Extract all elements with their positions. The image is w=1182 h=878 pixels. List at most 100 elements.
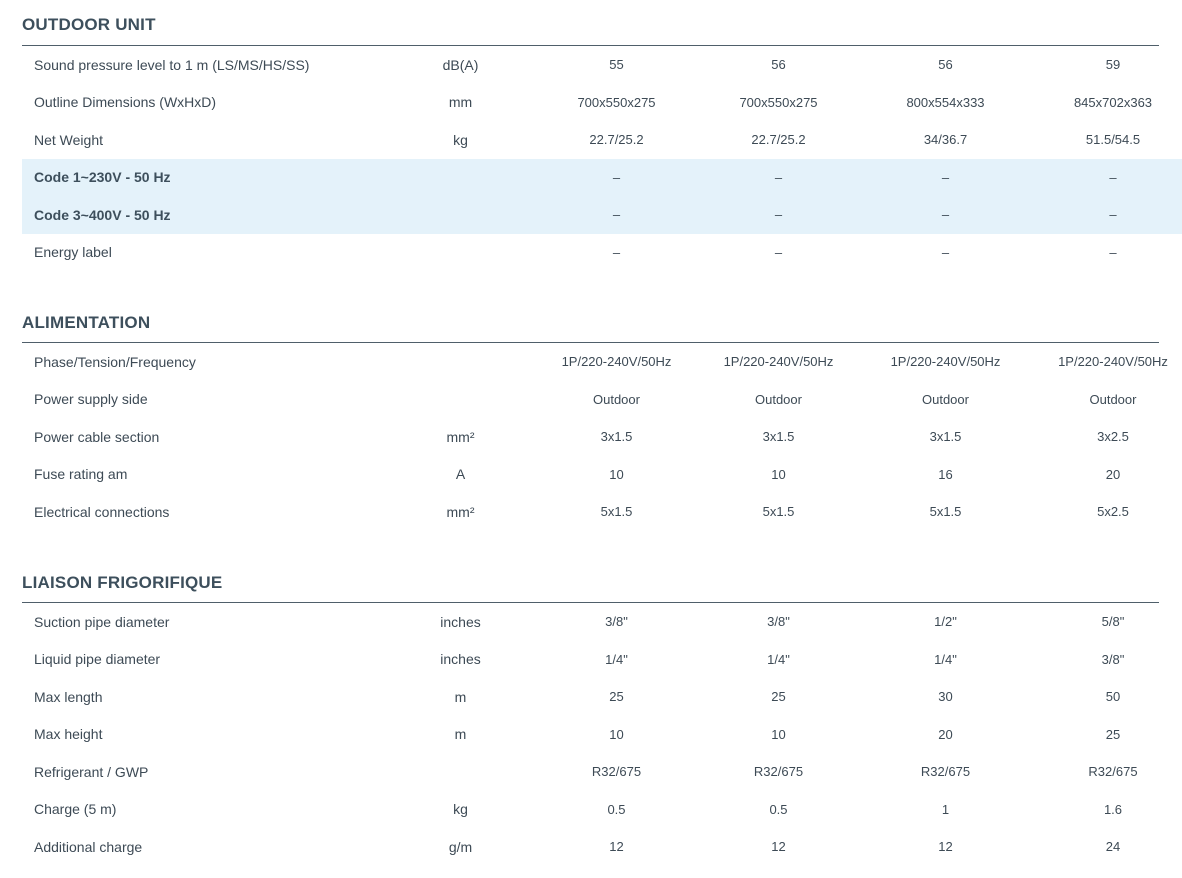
row-value: 25: [609, 689, 624, 705]
spec-table: Phase/Tension/Frequency 1P/220-240V/50Hz 1…: [22, 343, 1182, 531]
row-value: 1P/220-240V/50Hz: [723, 354, 834, 370]
row-label: Liquid pipe diameter: [34, 651, 161, 668]
row-label: Power cable section: [34, 428, 160, 445]
row-value: 5x1.5: [929, 504, 962, 520]
table-row: Code 1~230V - 50 Hz – – – –: [22, 158, 1182, 196]
row-value: 1P/220-240V/50Hz: [1058, 354, 1168, 370]
row-value: 20: [938, 726, 953, 742]
row-value: Outdoor: [755, 391, 802, 407]
table-row: Power supply side Outdoor Outdoor Outdoor Ou…: [22, 381, 1182, 419]
row-label: Outline Dimensions (WxHxD): [34, 94, 217, 111]
row-value: 10: [771, 726, 786, 742]
row-value: 1/4": [605, 651, 628, 667]
section-title: OUTDOOR UNIT: [22, 15, 156, 34]
row-value: –: [863, 196, 1028, 234]
row-unit: m: [454, 726, 467, 743]
row-value: 0.5: [769, 801, 788, 817]
row-value: 20: [1105, 466, 1121, 482]
row-value: 5x2.5: [1097, 504, 1129, 520]
row-label: Fuse rating am: [34, 466, 128, 483]
row-label: Power supply side: [34, 391, 148, 408]
row-value: Outdoor: [922, 391, 969, 407]
row-value: –: [1028, 196, 1182, 234]
row-value: 1/4": [934, 651, 957, 667]
row-value: –: [1109, 244, 1117, 260]
row-value: 25: [771, 689, 786, 705]
spec-table: Suction pipe diameter inches 3/8" 3/8" 1/2" 5…: [22, 603, 1182, 866]
row-value: 3x2.5: [1097, 429, 1129, 445]
table-row: Max length m 25 25 30 50: [22, 678, 1182, 716]
row-label: Energy label: [34, 244, 112, 261]
row-value: 10: [771, 466, 786, 482]
table-row: Net Weight kg 22.7/25.2 22.7/25.2 34/36.7 51.…: [22, 121, 1182, 159]
row-value: 1/2": [934, 614, 957, 630]
row-value: 700x550x275: [739, 94, 818, 110]
table-row: Phase/Tension/Frequency 1P/220-240V/50Hz 1…: [22, 343, 1182, 381]
row-value: 24: [1105, 839, 1121, 855]
section-title: ALIMENTATION: [22, 313, 151, 332]
row-value: 10: [609, 726, 624, 742]
row-unit: mm²: [446, 428, 475, 445]
row-value: –: [539, 158, 694, 196]
row-value: –: [941, 244, 950, 260]
row-value: –: [539, 196, 694, 234]
row-label: Max length: [34, 688, 103, 705]
row-value: 3x1.5: [762, 429, 795, 445]
row-value: 22.7/25.2: [589, 132, 644, 148]
row-value: 5/8": [1101, 614, 1125, 630]
row-unit: inches: [440, 651, 481, 668]
row-label: Code 3~400V - 50 Hz: [22, 196, 382, 234]
row-value: 10: [609, 466, 624, 482]
row-unit: [382, 158, 539, 196]
row-value: 1: [941, 801, 950, 817]
row-label: Max height: [34, 726, 103, 743]
row-value: –: [1028, 158, 1182, 196]
row-unit: inches: [440, 613, 481, 630]
row-unit: dB(A): [442, 56, 479, 73]
row-value: –: [774, 244, 783, 260]
row-value: 12: [609, 839, 624, 855]
row-value: 1/4": [767, 651, 790, 667]
row-value: 12: [771, 839, 786, 855]
table-row: Energy label – – – –: [22, 234, 1182, 272]
row-value: –: [694, 196, 863, 234]
row-value: 1.6: [1103, 801, 1123, 817]
table-row: Sound pressure level to 1 m (LS/MS/HS/SS…: [22, 46, 1182, 84]
row-value: 3/8": [767, 614, 790, 630]
row-label: Sound pressure level to 1 m (LS/MS/HS/SS…: [34, 56, 310, 73]
row-value: 3/8": [1101, 651, 1125, 667]
row-unit: A: [455, 466, 466, 483]
row-value: 56: [771, 57, 786, 73]
row-value: 3x1.5: [929, 429, 962, 445]
row-value: 3x1.5: [600, 429, 633, 445]
row-value: 16: [938, 466, 953, 482]
row-label: Suction pipe diameter: [34, 613, 170, 630]
row-unit: [382, 196, 539, 234]
row-label: Net Weight: [34, 131, 103, 148]
row-label: Phase/Tension/Frequency: [34, 353, 196, 370]
row-value: 50: [1105, 689, 1121, 705]
row-value: –: [863, 158, 1028, 196]
table-row: Suction pipe diameter inches 3/8" 3/8" 1/2" 5…: [22, 603, 1182, 641]
section-title: LIAISON FRIGORIFIQUE: [22, 573, 223, 592]
row-value: R32/675: [753, 764, 804, 780]
row-unit: kg: [453, 801, 468, 818]
row-value: 56: [938, 57, 953, 73]
row-unit: mm²: [446, 503, 475, 520]
section-outdoor-unit: OUTDOOR UNIT Sound pressure level to 1 m…: [22, 14, 1182, 271]
row-value: –: [612, 244, 621, 260]
row-unit: [382, 753, 539, 791]
row-value: 845x702x363: [1073, 94, 1153, 110]
row-value: 12: [938, 839, 953, 855]
row-value: 800x554x333: [906, 94, 985, 110]
table-row: Electrical connections mm² 5x1.5 5x1.5 5x1.5…: [22, 493, 1182, 531]
row-unit: [382, 381, 539, 419]
row-unit: mm: [448, 94, 473, 111]
table-row: Additional charge g/m 12 12 12 24: [22, 828, 1182, 866]
row-value: 34/36.7: [923, 132, 968, 148]
row-unit: m: [454, 688, 467, 705]
row-unit: kg: [453, 131, 468, 148]
row-value: –: [694, 158, 863, 196]
table-row: Charge (5 m) kg 0.5 0.5 1 1.6: [22, 791, 1182, 829]
row-value: 51.5/54.5: [1085, 132, 1141, 148]
